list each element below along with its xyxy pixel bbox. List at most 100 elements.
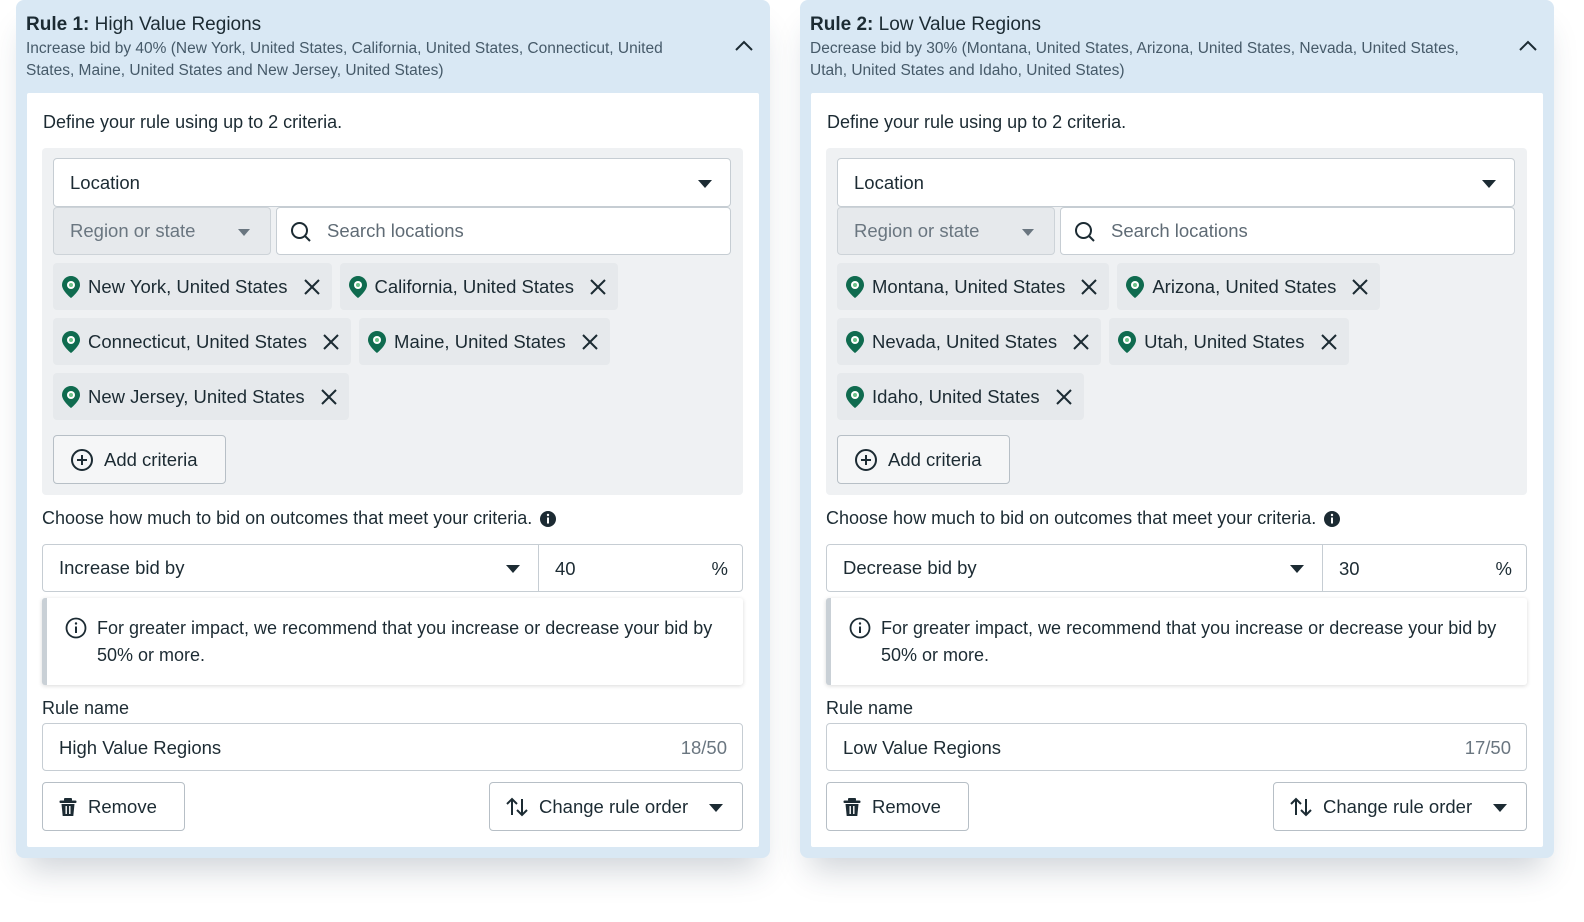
bid-unit: % bbox=[1495, 558, 1512, 579]
location-level-value: Region or state bbox=[854, 220, 980, 241]
location-chip-label: California, United States bbox=[374, 275, 575, 297]
bid-value-input[interactable]: 40 % bbox=[538, 544, 743, 592]
caret-down-icon bbox=[1482, 180, 1496, 188]
close-icon[interactable] bbox=[1350, 277, 1370, 297]
change-rule-order-label: Change rule order bbox=[1323, 795, 1473, 817]
add-criteria-button[interactable]: Add criteria bbox=[837, 435, 1010, 484]
location-chip: Idaho, United States bbox=[837, 373, 1084, 420]
change-rule-order-button[interactable]: Change rule order bbox=[1273, 782, 1527, 831]
location-chip-label: Nevada, United States bbox=[872, 330, 1058, 352]
notice-text: For greater impact, we recommend that yo… bbox=[881, 618, 1497, 665]
close-icon[interactable] bbox=[1079, 277, 1099, 297]
location-pin-icon bbox=[347, 275, 369, 299]
location-chip-label: Montana, United States bbox=[872, 275, 1066, 297]
bid-label: Choose how much to bid on outcomes that … bbox=[42, 508, 557, 529]
close-icon[interactable] bbox=[321, 332, 341, 352]
criteria-type-dropdown[interactable]: Location bbox=[53, 158, 731, 207]
close-icon[interactable] bbox=[588, 277, 608, 297]
rule-body: Define your rule using up to 2 criteria.… bbox=[27, 93, 759, 847]
info-solid-icon[interactable] bbox=[539, 510, 557, 528]
recommendation-notice: For greater impact, we recommend that yo… bbox=[42, 598, 743, 685]
chevron-up-icon[interactable] bbox=[732, 36, 756, 56]
search-locations-input[interactable] bbox=[327, 216, 717, 246]
sort-arrows-icon bbox=[505, 796, 529, 818]
notice-text: For greater impact, we recommend that yo… bbox=[97, 618, 713, 665]
location-pin-icon bbox=[60, 330, 82, 354]
define-rule-label: Define your rule using up to 2 criteria. bbox=[827, 112, 1127, 132]
remove-button[interactable]: Remove bbox=[826, 782, 969, 831]
search-icon bbox=[289, 220, 313, 249]
location-chip-label: Arizona, United States bbox=[1152, 275, 1337, 297]
rule-title-text: Low Value Regions bbox=[878, 14, 1041, 35]
location-pin-icon bbox=[844, 275, 866, 299]
location-pin-icon bbox=[366, 330, 388, 354]
search-locations-input[interactable] bbox=[1111, 216, 1501, 246]
location-chip: New Jersey, United States bbox=[53, 373, 349, 420]
location-pin-icon bbox=[1116, 330, 1138, 354]
close-icon[interactable] bbox=[302, 277, 322, 297]
caret-down-icon bbox=[1022, 229, 1034, 236]
location-chip: Nevada, United States bbox=[837, 318, 1102, 365]
criteria-box: Location Region or state New York, Unite… bbox=[42, 148, 743, 495]
bid-value-input[interactable]: 30 % bbox=[1322, 544, 1527, 592]
location-chip: New York, United States bbox=[53, 263, 332, 310]
remove-button[interactable]: Remove bbox=[42, 782, 185, 831]
change-rule-order-button[interactable]: Change rule order bbox=[489, 782, 743, 831]
search-locations-field[interactable] bbox=[276, 207, 731, 255]
close-icon[interactable] bbox=[1071, 332, 1091, 352]
rule-name-char-count: 18/50 bbox=[680, 737, 727, 758]
rule-name-input[interactable]: Low Value Regions 17/50 bbox=[826, 723, 1527, 771]
rule-title-text: High Value Regions bbox=[94, 14, 262, 35]
chevron-up-icon[interactable] bbox=[1516, 36, 1540, 56]
rule-name-char-count: 17/50 bbox=[1464, 737, 1511, 758]
rule-title: Rule 1: High Value Regions bbox=[26, 12, 714, 38]
location-chip: Arizona, United States bbox=[1117, 263, 1381, 310]
rule-header[interactable]: Rule 2: Low Value Regions Decrease bid b… bbox=[810, 12, 1498, 82]
close-icon[interactable] bbox=[580, 332, 600, 352]
rule-number: Rule 2: bbox=[810, 14, 874, 35]
add-criteria-label: Add criteria bbox=[104, 448, 198, 470]
rule-name-input[interactable]: High Value Regions 18/50 bbox=[42, 723, 743, 771]
rule-title: Rule 2: Low Value Regions bbox=[810, 12, 1498, 38]
rule-body: Define your rule using up to 2 criteria.… bbox=[811, 93, 1543, 847]
bid-unit: % bbox=[711, 558, 728, 579]
criteria-type-value: Location bbox=[854, 171, 924, 193]
location-level-dropdown[interactable]: Region or state bbox=[837, 207, 1055, 255]
location-pin-icon bbox=[60, 275, 82, 299]
trash-icon bbox=[843, 797, 861, 817]
rule-name-value: Low Value Regions bbox=[843, 737, 1002, 758]
bid-type-value: Decrease bid by bbox=[843, 557, 977, 578]
bid-label-text: Choose how much to bid on outcomes that … bbox=[42, 508, 533, 528]
rule-name-label: Rule name bbox=[42, 698, 130, 718]
add-criteria-button[interactable]: Add criteria bbox=[53, 435, 226, 484]
location-pin-icon bbox=[844, 385, 866, 409]
search-locations-field[interactable] bbox=[1060, 207, 1515, 255]
rule-header[interactable]: Rule 1: High Value Regions Increase bid … bbox=[26, 12, 714, 82]
bid-type-value: Increase bid by bbox=[59, 557, 185, 578]
remove-label: Remove bbox=[872, 795, 941, 817]
info-solid-icon[interactable] bbox=[1323, 510, 1341, 528]
caret-down-icon bbox=[709, 804, 723, 812]
location-pin-icon bbox=[1124, 275, 1146, 299]
caret-down-icon bbox=[506, 565, 520, 573]
criteria-type-value: Location bbox=[70, 171, 140, 193]
criteria-type-dropdown[interactable]: Location bbox=[837, 158, 1515, 207]
bid-type-dropdown[interactable]: Increase bid by bbox=[42, 544, 539, 592]
close-icon[interactable] bbox=[1319, 332, 1339, 352]
rule-name-label: Rule name bbox=[826, 698, 914, 718]
bid-type-dropdown[interactable]: Decrease bid by bbox=[826, 544, 1323, 592]
rule-card-2: Rule 2: Low Value Regions Decrease bid b… bbox=[800, 0, 1554, 858]
location-level-dropdown[interactable]: Region or state bbox=[53, 207, 271, 255]
location-chips: Montana, United States Arizona, United S… bbox=[837, 263, 1527, 428]
close-icon[interactable] bbox=[1054, 387, 1074, 407]
location-chips: New York, United States California, Unit… bbox=[53, 263, 743, 428]
caret-down-icon bbox=[698, 180, 712, 188]
location-chip-label: Connecticut, United States bbox=[88, 330, 308, 352]
bid-label-text: Choose how much to bid on outcomes that … bbox=[826, 508, 1317, 528]
close-icon[interactable] bbox=[319, 387, 339, 407]
location-chip-label: Maine, United States bbox=[394, 330, 566, 352]
location-chip-label: Utah, United States bbox=[1144, 330, 1305, 352]
remove-label: Remove bbox=[88, 795, 157, 817]
rule-summary: Increase bid by 40% (New York, United St… bbox=[26, 40, 663, 79]
location-chip-label: New York, United States bbox=[88, 275, 288, 297]
